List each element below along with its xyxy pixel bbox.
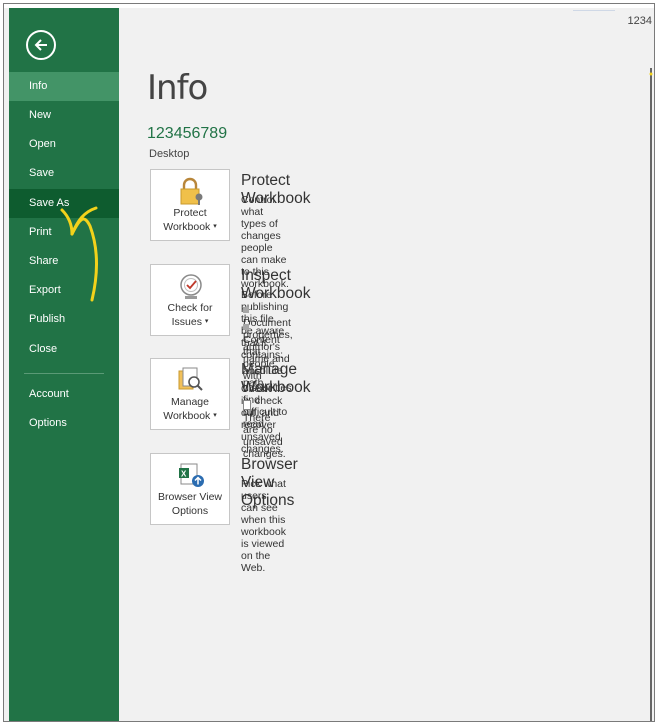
sidebar-item-save-as[interactable]: Save As <box>9 189 119 218</box>
sidebar-item-export[interactable]: Export <box>9 276 119 305</box>
backstage-sidebar: Info New Open Save Save As Print Share E… <box>9 8 119 721</box>
sidebar-item-account[interactable]: Account <box>9 380 119 409</box>
protect-workbook-button[interactable]: Protect Workbook ▾ <box>150 169 230 241</box>
sidebar-item-publish[interactable]: Publish <box>9 305 119 334</box>
tile-label: Protect Workbook ▾ <box>163 207 217 233</box>
sidebar-divider <box>24 373 104 374</box>
document-icon <box>243 400 251 410</box>
inspect-icon <box>180 274 202 299</box>
corner-text: 1234 <box>627 15 652 27</box>
window-frame: 1234 Info New Open Save Save As Print Sh… <box>3 3 655 722</box>
manage-workbook-icon <box>178 367 203 391</box>
browser-view-icon: X <box>179 463 204 487</box>
back-button[interactable] <box>26 30 56 60</box>
file-location: Desktop <box>149 148 190 160</box>
sidebar-item-print[interactable]: Print <box>9 218 119 247</box>
sidebar-item-share[interactable]: Share <box>9 247 119 276</box>
sidebar-item-options[interactable]: Options <box>9 409 119 438</box>
page-title: Info <box>147 68 208 108</box>
right-edge-bar <box>650 68 652 721</box>
back-arrow-icon <box>34 39 47 51</box>
tile-label: Browser View Options <box>158 491 222 517</box>
svg-text:X: X <box>181 470 187 479</box>
file-name: 123456789 <box>147 125 228 142</box>
bullet-square-icon <box>243 324 249 330</box>
browser-view-options-desc: Pick what users can see when this workbo… <box>241 478 286 574</box>
manage-workbook-button[interactable]: Manage Workbook ▾ <box>150 358 230 430</box>
sidebar-item-close[interactable]: Close <box>9 335 119 364</box>
title-bar-line <box>573 10 615 11</box>
lock-icon <box>180 177 203 205</box>
browser-view-options-button[interactable]: X Browser View Options <box>150 453 230 525</box>
sidebar-item-info[interactable]: Info <box>9 72 119 101</box>
unsaved-changes-note: There are no unsaved changes. <box>243 400 286 460</box>
bullet-square-icon <box>243 307 249 313</box>
check-for-issues-button[interactable]: Check for Issues ▾ <box>150 264 230 336</box>
tile-label: Manage Workbook ▾ <box>163 396 217 422</box>
tile-label: Check for Issues ▾ <box>167 302 213 328</box>
sidebar-item-new[interactable]: New <box>9 101 119 130</box>
sidebar-item-save[interactable]: Save <box>9 159 119 188</box>
sidebar-item-open[interactable]: Open <box>9 130 119 159</box>
